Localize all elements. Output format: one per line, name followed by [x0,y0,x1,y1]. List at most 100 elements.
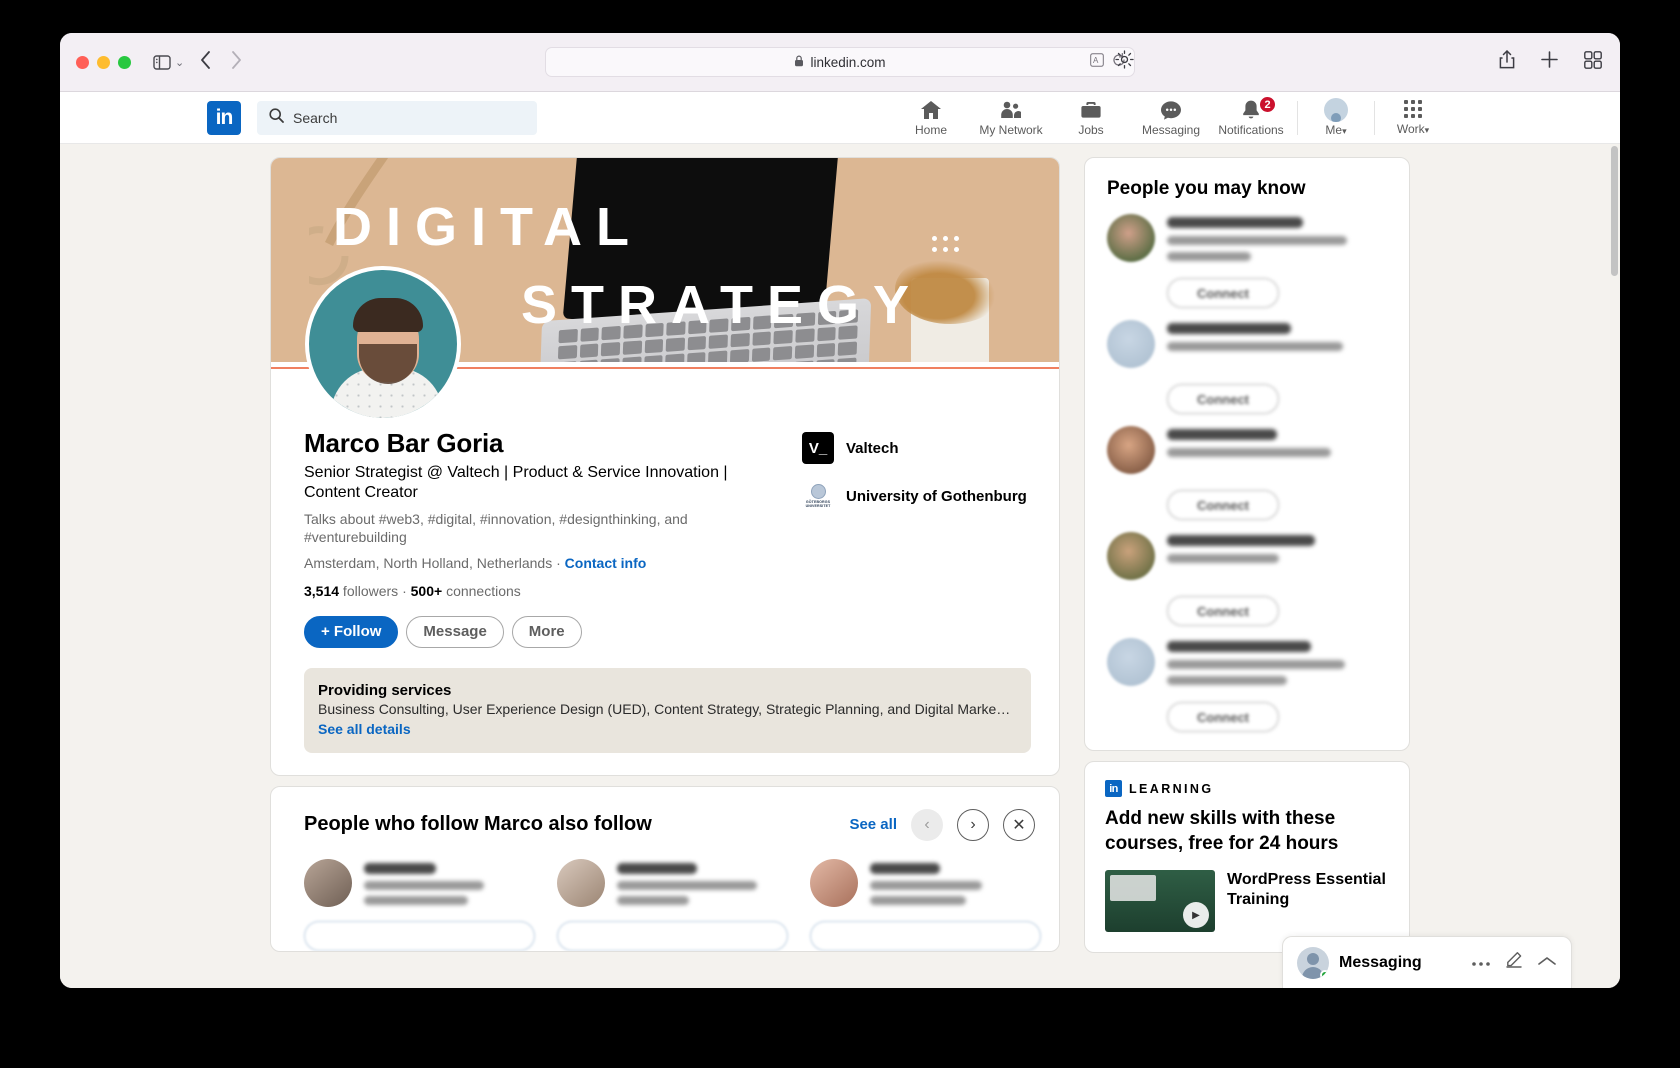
org-name-company: Valtech [846,439,899,457]
avatar [557,858,605,907]
avatar [304,858,352,907]
translate-icon[interactable]: A [1090,52,1104,72]
profile-card: DIGITAL STRATEGY Marco Bar Goria Senior … [270,157,1060,776]
profile-photo[interactable] [305,266,461,422]
nav-label-jobs: Jobs [1078,123,1104,137]
address-bar[interactable]: linkedin.com A [545,47,1135,77]
see-all-link[interactable]: See all [849,816,897,833]
message-button[interactable]: Message [406,615,504,648]
ellipsis-icon[interactable] [1471,954,1491,972]
messaging-dock[interactable]: Messaging [1282,936,1572,988]
play-icon[interactable]: ▶ [1183,902,1209,929]
learning-label: LEARNING [1129,781,1214,796]
course-title: WordPress Essential Training [1227,871,1386,909]
navigation-arrows[interactable] [200,50,242,74]
page-content: DIGITAL STRATEGY Marco Bar Goria Senior … [60,144,1620,988]
nav-label-notifications: Notifications [1218,123,1284,137]
chevron-up-icon[interactable] [1537,954,1557,972]
plus-icon[interactable] [1541,51,1558,73]
connections-label: connections [442,582,521,599]
see-all-details-link[interactable]: See all details [318,721,1015,737]
connect-button[interactable]: Connect [1167,702,1279,732]
stats-separator: · [402,582,411,599]
follow-button[interactable]: + Follow [304,615,399,648]
search-placeholder: Search [293,109,338,126]
nav-divider [1297,100,1298,135]
window-traffic-lights[interactable] [76,55,131,69]
compose-icon[interactable] [1505,951,1523,974]
chevron-down-icon[interactable]: ⌄ [175,56,184,69]
connect-button[interactable]: Connect [1167,596,1279,626]
nav-item-notifications[interactable]: 2 Notifications [1211,92,1291,143]
list-item[interactable] [810,858,1041,951]
list-item[interactable] [1085,308,1409,374]
nav-divider [1374,100,1375,135]
contact-info-link[interactable]: Contact info [565,555,647,571]
search-input[interactable]: Search [257,100,537,135]
back-arrow-icon[interactable] [200,50,211,74]
nav-item-home[interactable]: Home [891,92,971,143]
connect-button[interactable]: Connect [1167,384,1279,414]
university-logo-icon: GÖTEBORGS UNIVERSITET [802,480,834,512]
nav-item-jobs[interactable]: Jobs [1051,92,1131,143]
gear-icon[interactable] [1115,50,1134,74]
share-icon[interactable] [1499,50,1515,74]
list-item[interactable] [557,858,788,951]
minimize-window-button[interactable] [97,55,110,69]
zoom-window-button[interactable] [118,55,131,69]
tab-overview-icon[interactable] [1584,50,1602,74]
nav-item-me[interactable]: Me▾ [1304,92,1368,143]
forward-arrow-icon[interactable] [231,50,242,74]
follow-button[interactable] [557,920,788,951]
list-item[interactable] [1085,414,1409,480]
valtech-logo-icon: V_ [802,432,834,464]
chevron-down-icon: ▾ [1424,124,1430,135]
nav-items: Home My Network Jobs Messaging 2 Notific… [891,92,1620,143]
lock-icon [794,55,804,70]
followers-label: followers [339,582,403,599]
people-also-follow-card: People who follow Marco also follow See … [270,785,1060,952]
profile-location: Amsterdam, North Holland, Netherlands · … [304,555,794,571]
org-row-school[interactable]: GÖTEBORGS UNIVERSITET University of Gothe… [802,480,1027,512]
grid-icon [1404,99,1422,118]
providing-services-box: Providing services Business Consulting, … [304,667,1031,753]
more-button[interactable]: More [511,615,582,648]
scrollbar-thumb[interactable] [1611,146,1618,276]
nav-item-work[interactable]: Work▾ [1381,92,1445,143]
also-follow-list [271,847,1059,951]
avatar [1107,426,1155,474]
sidebar-toggle-icon[interactable] [153,54,171,70]
search-icon [269,107,284,128]
close-icon[interactable]: ✕ [1003,808,1035,841]
learning-title: Add new skills with these courses, free … [1105,808,1339,854]
nav-label-home: Home [914,123,947,137]
org-name-school: University of Gothenburg [846,487,1027,505]
follow-button[interactable] [810,920,1041,951]
nav-item-my-network[interactable]: My Network [971,92,1051,143]
follow-button[interactable] [304,920,535,951]
chevron-right-icon[interactable]: › [957,808,989,841]
linkedin-learning-card: in LEARNING Add new skills with these co… [1084,761,1410,954]
close-window-button[interactable] [76,55,89,69]
chevron-left-icon[interactable]: ‹ [911,808,943,841]
connect-button[interactable]: Connect [1167,490,1279,520]
org-row-company[interactable]: V_ Valtech [802,432,1027,464]
browser-toolbar: ⌄ linkedin.com A [60,33,1620,92]
chrome-right-actions[interactable] [1499,50,1602,74]
linkedin-logo-icon[interactable]: in [207,100,241,135]
connect-button[interactable]: Connect [1167,278,1279,308]
linkedin-global-nav: in Search Home My Network Jobs Messaging… [60,92,1620,144]
profile-actions: + Follow Message More [304,615,794,648]
list-item[interactable] [304,858,535,951]
list-item[interactable] [1085,626,1409,692]
chevron-down-icon: ▾ [1342,126,1347,136]
location-text: Amsterdam, North Holland, Netherlands · [304,554,565,571]
avatar [1324,98,1348,122]
avatar [1107,214,1155,262]
nav-item-messaging[interactable]: Messaging [1131,92,1211,143]
svg-text:A: A [1093,56,1099,65]
page-scrollbar[interactable] [1611,144,1618,988]
list-item[interactable] [1085,520,1409,586]
linkedin-logo-icon: in [1105,780,1122,797]
list-item[interactable] [1085,202,1409,268]
